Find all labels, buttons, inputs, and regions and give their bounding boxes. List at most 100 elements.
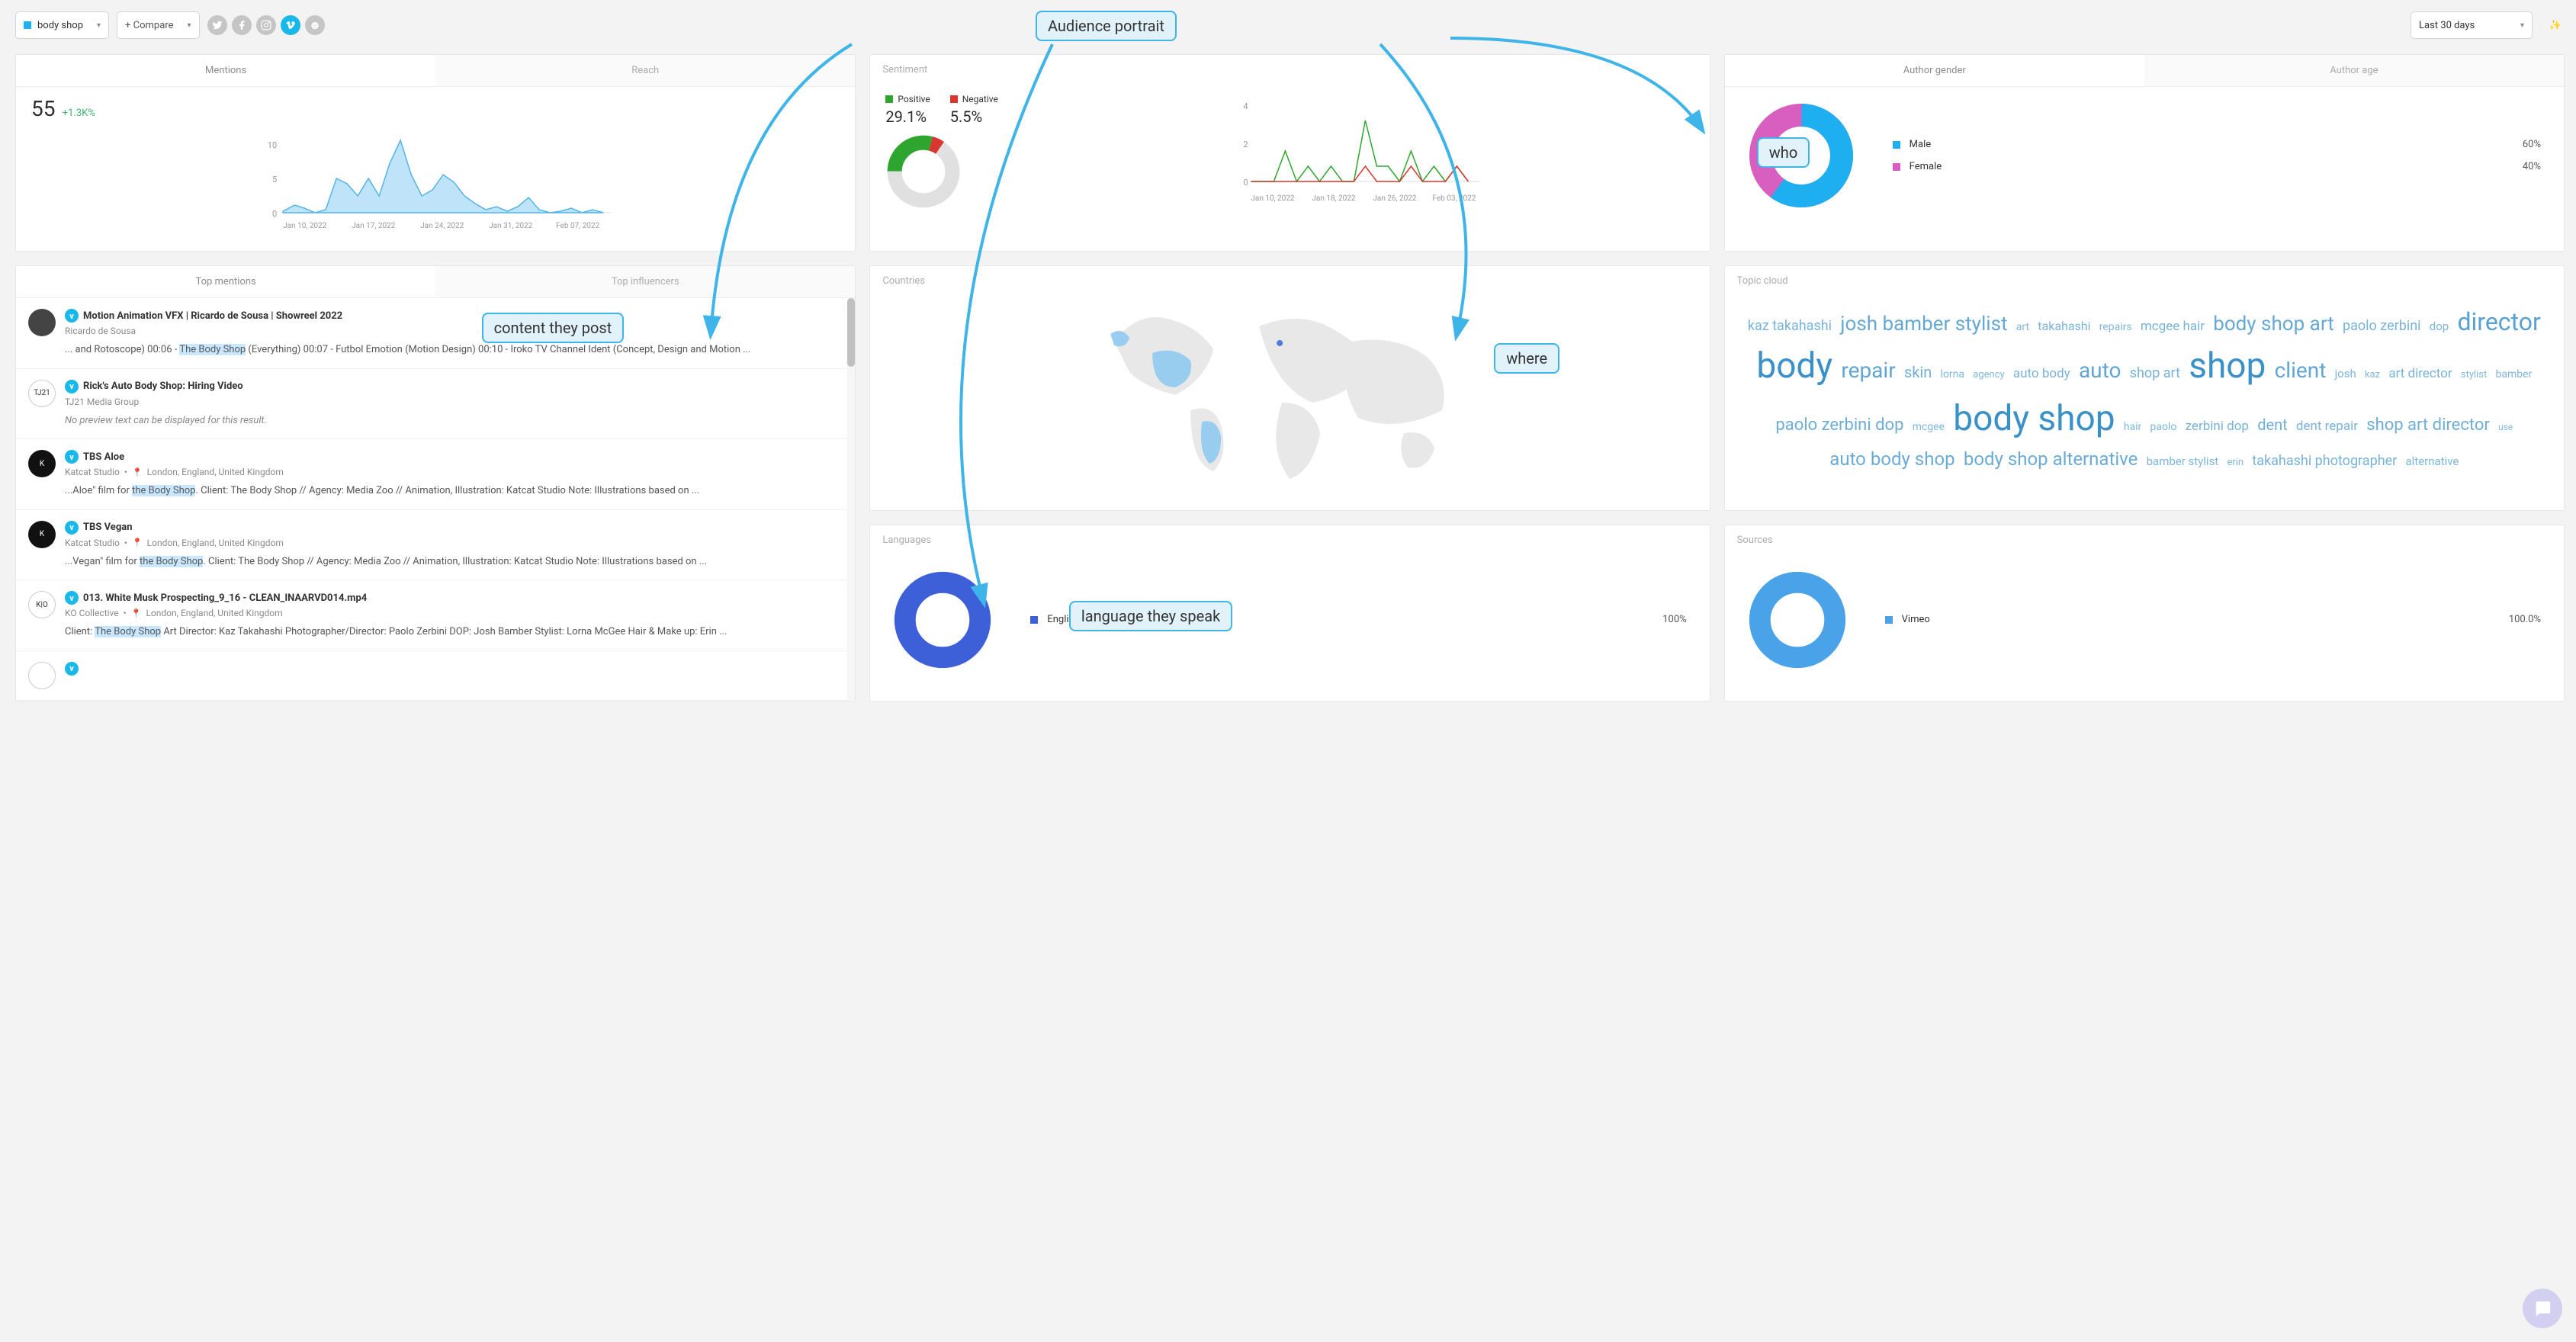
instagram-icon[interactable] [256, 15, 276, 35]
mention-item[interactable]: KvTBS VeganKatcat Studio • 📍 London, Eng… [16, 510, 855, 581]
tab-reach[interactable]: Reach [435, 55, 855, 86]
topic-word[interactable]: josh bamber stylist [1840, 310, 2007, 339]
svg-text:Jan 18, 2022: Jan 18, 2022 [1312, 194, 1356, 203]
avatar [28, 309, 56, 336]
topic-word[interactable]: client [2275, 355, 2327, 387]
tab-top-influencers[interactable]: Top influencers [435, 266, 855, 297]
topic-word[interactable]: erin [2227, 455, 2244, 470]
vimeo-icon: v [65, 309, 79, 323]
compare-button[interactable]: + Compare ▾ [117, 11, 199, 39]
topic-word[interactable]: shop art director [2366, 413, 2490, 438]
topic-word[interactable]: zerbini dop [2186, 417, 2249, 437]
date-range-dropdown[interactable]: Last 30 days ▾ [2411, 11, 2533, 39]
vimeo-icon: v [65, 521, 79, 535]
topic-word[interactable]: dent repair [2296, 417, 2358, 437]
topic-word[interactable]: skin [1904, 361, 1932, 384]
svg-text:Jan 26, 2022: Jan 26, 2022 [1373, 194, 1417, 203]
mention-item[interactable]: v [16, 651, 855, 701]
topic-word[interactable]: use [2498, 420, 2513, 434]
topic-word[interactable]: stylist [2461, 368, 2487, 383]
mention-item[interactable]: K|Ov013. White Musk Prospecting_9_16 - C… [16, 580, 855, 651]
svg-text:10: 10 [268, 140, 277, 150]
tab-mentions[interactable]: Mentions [16, 55, 435, 86]
topic-word[interactable]: body [1756, 340, 1832, 393]
topic-word[interactable]: agency [1973, 368, 2004, 383]
topic-word[interactable]: repair [1841, 355, 1895, 387]
sentiment-card: Sentiment Positive 29.1% Negative 5.5% [869, 54, 1710, 252]
mentions-chart: 10 5 0 Jan 10, 2022 Jan 17, 2022 Jan 24,… [31, 129, 840, 236]
mention-item[interactable]: TJ21vRick's Auto Body Shop: Hiring Video… [16, 369, 855, 440]
topic-word[interactable]: paolo [2150, 419, 2177, 435]
topic-word[interactable]: director [2457, 303, 2540, 340]
scrollbar-track[interactable] [847, 298, 855, 701]
brand-color-swatch [24, 21, 31, 29]
mention-subtitle: KO Collective • 📍 London, England, Unite… [65, 608, 843, 618]
intercom-launcher-icon[interactable] [2523, 1289, 2562, 1328]
topic-word[interactable]: mcgee [1913, 419, 1945, 435]
topic-word[interactable]: bamber [2496, 367, 2533, 383]
topic-word[interactable]: auto [2079, 355, 2122, 387]
mention-item[interactable]: vMotion Animation VFX | Ricardo de Sousa… [16, 298, 855, 369]
mention-list[interactable]: vMotion Animation VFX | Ricardo de Sousa… [16, 298, 855, 701]
sources-donut [1748, 570, 1847, 669]
location-pin-icon: 📍 [132, 467, 143, 477]
sparkle-icon[interactable]: ✨ [2546, 16, 2565, 34]
topic-word[interactable]: dent [2257, 413, 2287, 436]
world-map[interactable] [870, 296, 1709, 494]
scrollbar-thumb[interactable] [847, 298, 855, 367]
svg-text:Jan 17, 2022: Jan 17, 2022 [352, 222, 396, 230]
topic-word[interactable]: body shop alternative [1964, 445, 2138, 473]
topic-word[interactable]: bamber stylist [2147, 453, 2219, 470]
legend-male: Male 60% [1893, 139, 2541, 150]
svg-text:Feb 03, 2022: Feb 03, 2022 [1432, 194, 1476, 203]
card-title: Sentiment [870, 55, 1709, 85]
topic-word[interactable]: auto body shop [1829, 445, 1954, 473]
topic-word[interactable]: lorna [1941, 367, 1964, 383]
mention-subtitle: Katcat Studio • 📍 London, England, Unite… [65, 467, 843, 477]
topic-word[interactable]: paolo zerbini dop [1775, 413, 1903, 438]
topic-word[interactable]: body shop art [2213, 310, 2334, 339]
mention-item[interactable]: KvTBS AloeKatcat Studio • 📍 London, Engl… [16, 439, 855, 510]
topic-word[interactable]: takahashi photographer [2252, 451, 2397, 471]
vimeo-icon[interactable] [281, 15, 300, 35]
mention-snippet: ...Vegan" film for the Body Shop. Client… [65, 554, 843, 570]
annotation-where: where [1494, 343, 1559, 374]
topic-word[interactable]: alternative [2406, 453, 2459, 470]
reddit-icon[interactable] [305, 15, 325, 35]
topic-word[interactable]: mcgee hair [2141, 317, 2205, 337]
twitter-icon[interactable] [207, 15, 227, 35]
mentions-card: Mentions Reach 55 +1.3K% 10 5 0 Jan 10, … [15, 54, 856, 252]
top-mentions-card: Top mentions Top influencers vMotion Ani… [15, 265, 856, 702]
topic-cloud[interactable]: kaz takahashi josh bamber stylist art ta… [1725, 296, 2564, 488]
svg-text:0: 0 [1243, 178, 1248, 188]
card-title: Languages [870, 525, 1709, 555]
mention-subtitle: TJ21 Media Group [65, 396, 843, 407]
topic-word[interactable]: paolo zerbini [2343, 316, 2421, 336]
topic-word[interactable]: repairs [2099, 319, 2132, 336]
topic-word[interactable]: shop art [2130, 363, 2180, 384]
topic-word[interactable]: art [2016, 319, 2029, 336]
tab-author-age[interactable]: Author age [2144, 55, 2564, 86]
annotation-audience-portrait: Audience portrait [1036, 11, 1177, 41]
topic-word[interactable]: shop [2189, 340, 2266, 393]
brand-filter-dropdown[interactable]: body shop ▾ [15, 11, 109, 39]
topic-word[interactable]: auto body [2013, 364, 2070, 384]
topic-word[interactable]: josh [2335, 365, 2356, 383]
svg-text:0: 0 [272, 209, 277, 219]
mention-subtitle: Ricardo de Sousa [65, 326, 843, 336]
topic-word[interactable]: kaz [2365, 368, 2380, 383]
topic-word[interactable]: kaz takahashi [1748, 316, 1832, 336]
topic-word[interactable]: body shop [1953, 393, 2115, 445]
svg-text:2: 2 [1243, 140, 1248, 149]
topic-word[interactable]: dop [2430, 318, 2449, 336]
card-title: Topic cloud [1725, 266, 2564, 296]
tab-top-mentions[interactable]: Top mentions [16, 266, 435, 297]
vimeo-icon: v [65, 450, 79, 464]
avatar: K|O [28, 591, 56, 618]
tab-author-gender[interactable]: Author gender [1725, 55, 2144, 86]
topic-word[interactable]: hair [2124, 419, 2141, 435]
topic-word[interactable]: takahashi [2038, 317, 2090, 336]
avatar [28, 662, 56, 689]
topic-word[interactable]: art director [2388, 364, 2452, 384]
facebook-icon[interactable] [232, 15, 252, 35]
